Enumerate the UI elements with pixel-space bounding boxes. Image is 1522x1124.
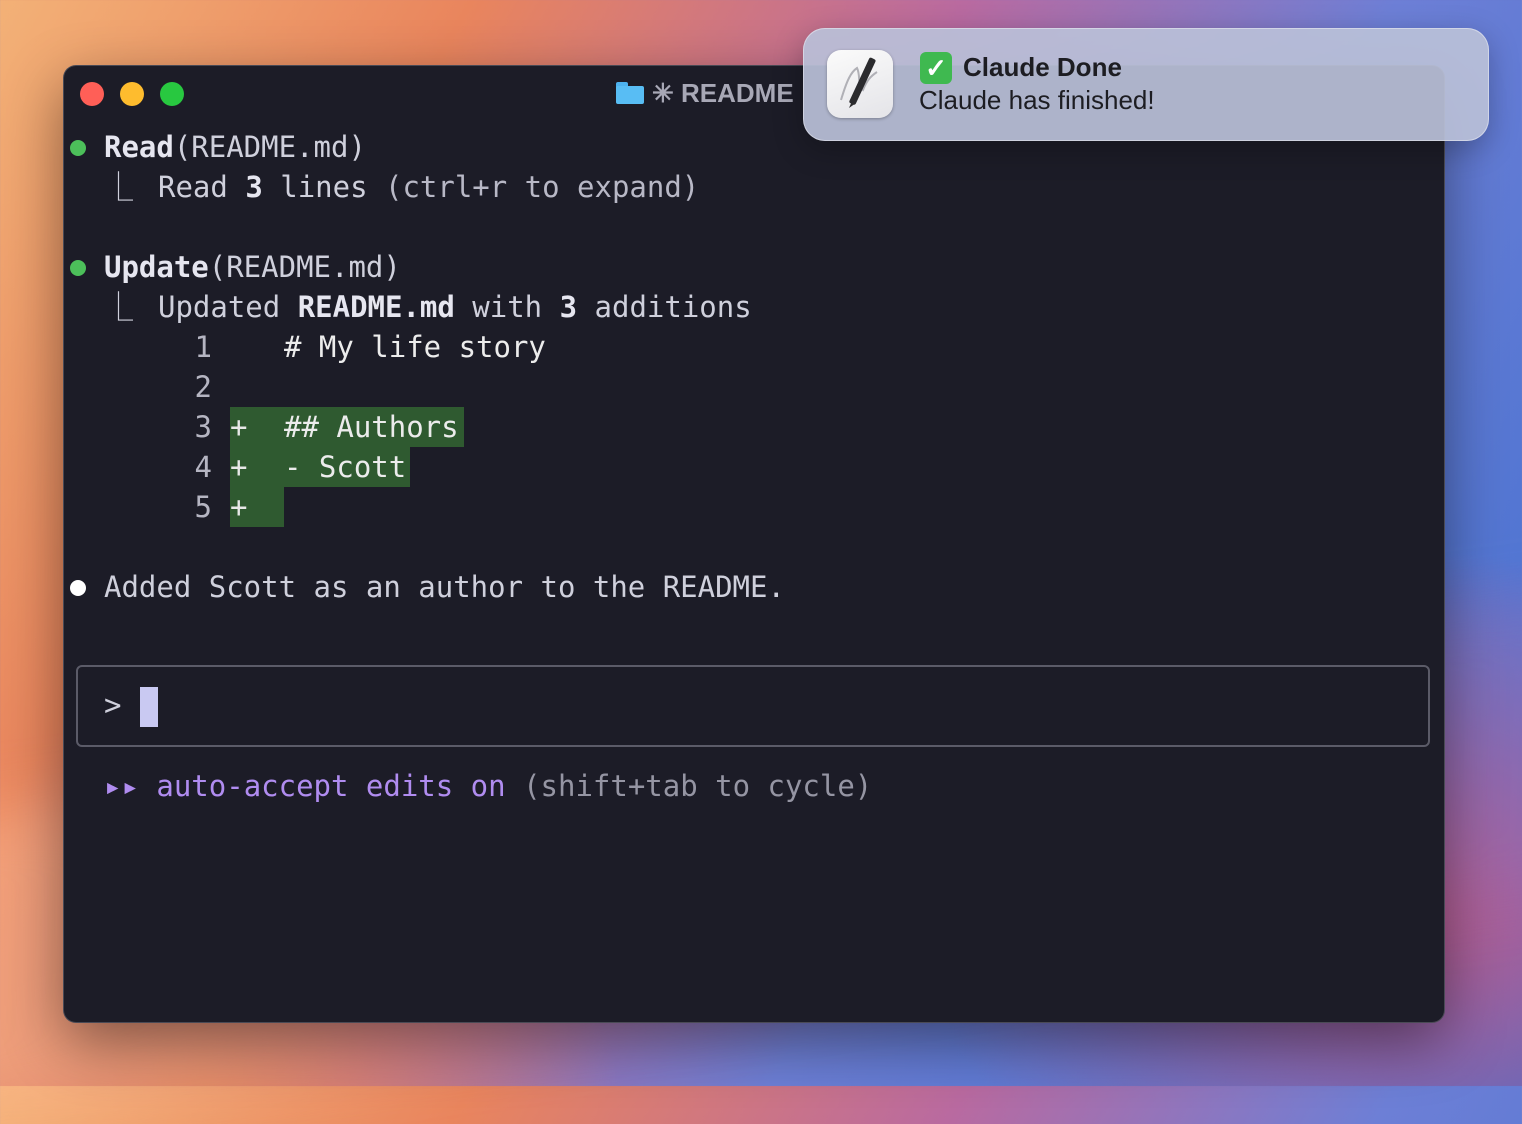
read-tool-name: Read xyxy=(104,130,174,164)
window-title: ✳ README xyxy=(616,78,794,108)
read-tool-arg: (README.md) xyxy=(173,130,366,164)
diff-line-code: # My life story xyxy=(284,330,546,364)
tree-connector-icon: ⎿ xyxy=(104,290,134,324)
folder-icon xyxy=(616,82,644,104)
check-mark-icon: ✓ xyxy=(920,52,952,84)
minimize-button[interactable] xyxy=(120,82,144,106)
read-status-bullet xyxy=(70,140,86,156)
notification-banner[interactable]: ✓ Claude Done Claude has finished! xyxy=(803,28,1489,141)
diff-line-number: 5 xyxy=(194,490,212,524)
diff-line-number: 4 xyxy=(194,450,212,484)
diff-line-number: 1 xyxy=(194,330,212,364)
update-result-prefix: Updated xyxy=(158,290,298,324)
close-button[interactable] xyxy=(80,82,104,106)
diff-line-code: - Scott xyxy=(284,450,407,484)
read-result-prefix: Read xyxy=(158,170,246,204)
diff-added-marker: + xyxy=(230,410,248,444)
diff-line-code: ## Authors xyxy=(284,410,459,444)
mode-status-line: ▸▸ auto-accept edits on (shift+tab to cy… xyxy=(104,766,872,806)
diff-line-number: 3 xyxy=(194,410,212,444)
zoom-button[interactable] xyxy=(160,82,184,106)
mode-cycle-hint: (shift+tab to cycle) xyxy=(523,769,873,803)
diff-line-number: 2 xyxy=(194,370,212,404)
notification-title: Claude Done xyxy=(963,52,1122,82)
assistant-message: Added Scott as an author to the README. xyxy=(104,570,785,604)
text-cursor xyxy=(140,687,158,727)
terminal-window: ✳ README Read(README.md) ⎿ Read 3 lines … xyxy=(64,66,1444,1022)
prompt-caret: > xyxy=(104,688,122,722)
auto-accept-status: auto-accept edits on xyxy=(156,769,506,803)
diff-added-marker: + xyxy=(230,450,248,484)
update-result-mid: with xyxy=(454,290,560,324)
update-status-bullet xyxy=(70,260,86,276)
notification-body: Claude has finished! xyxy=(919,85,1155,115)
update-tool-name: Update xyxy=(104,250,209,284)
tree-connector-icon: ⎿ xyxy=(104,170,134,204)
diff-added-marker: + xyxy=(230,490,248,524)
update-result-line: Updated README.md with 3 additions xyxy=(158,287,752,327)
window-title-text: ✳ README xyxy=(652,77,794,108)
update-tool-line: Update(README.md) xyxy=(104,247,401,287)
read-tool-line: Read(README.md) xyxy=(104,127,366,167)
update-result-suffix: additions xyxy=(577,290,752,324)
update-result-count: 3 xyxy=(559,290,578,324)
script-editor-app-icon xyxy=(827,50,893,118)
read-expand-hint: (ctrl+r to expand) xyxy=(385,170,700,204)
read-result-count: 3 xyxy=(245,170,263,204)
read-result-suffix: lines xyxy=(262,170,385,204)
fast-forward-icon: ▸▸ xyxy=(104,769,139,803)
message-bullet xyxy=(70,580,86,596)
update-tool-arg: (README.md) xyxy=(208,250,401,284)
read-result-line: Read 3 lines (ctrl+r to expand) xyxy=(158,167,699,207)
update-result-file: README.md xyxy=(297,290,455,324)
prompt-input-box[interactable]: > xyxy=(76,665,1430,747)
